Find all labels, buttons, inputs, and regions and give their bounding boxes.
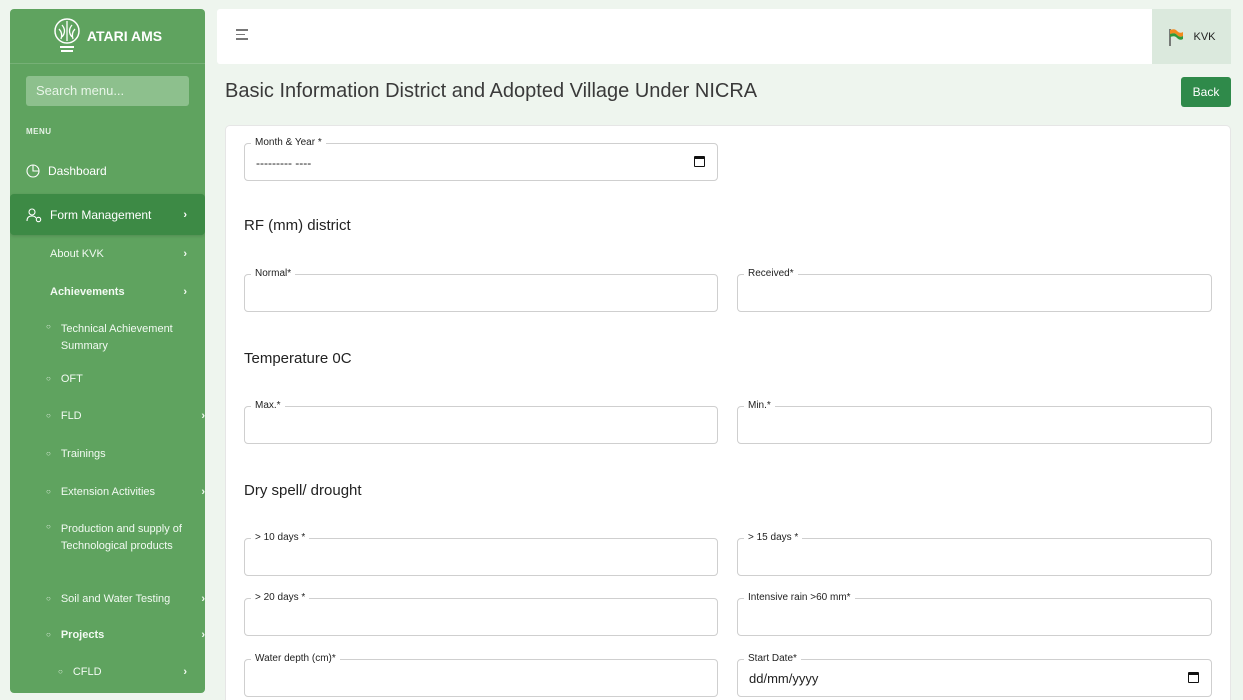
start-date-field[interactable]: Start Date* dd/mm/yyyy: [737, 653, 1212, 697]
days-15-field[interactable]: > 15 days *: [737, 532, 1212, 576]
sidebar-item-fld[interactable]: ○ FLD ›: [46, 408, 205, 425]
menu-heading: MENU: [26, 127, 52, 136]
field-label: > 10 days *: [251, 532, 310, 544]
sidebar-item-label: Achievements: [50, 286, 125, 298]
field-label: Received*: [744, 268, 798, 280]
water-depth-field[interactable]: Water depth (cm)*: [244, 653, 718, 697]
sidebar-item-label: Trainings: [60, 448, 106, 460]
sidebar-item-extension-activities[interactable]: ○ Extension Activities ›: [46, 484, 205, 501]
sidebar-item-label: Soil and Water Testing: [60, 593, 171, 605]
bullet-icon: ○: [46, 630, 51, 640]
sidebar-item-soil-water-testing[interactable]: ○ Soil and Water Testing ›: [46, 591, 205, 608]
field-value: dd/mm/yyyy: [749, 671, 819, 686]
bullet-icon: ○: [46, 522, 51, 531]
sidebar-item-about-kvk[interactable]: About KVK ›: [50, 247, 205, 261]
sidebar-item-label: Projects: [60, 629, 105, 641]
normal-field[interactable]: Normal*: [244, 268, 718, 312]
chevron-right-icon: ›: [183, 208, 187, 221]
min-temp-field[interactable]: Min.*: [737, 400, 1212, 444]
chevron-right-icon: ›: [183, 286, 187, 298]
bullet-icon: ○: [46, 594, 51, 604]
sidebar-item-production-supply[interactable]: ○ Production and supply of Technological…: [46, 521, 201, 554]
bullet-icon: ○: [46, 322, 51, 331]
sidebar-item-label: Production and supply of Technological p…: [60, 523, 182, 552]
calendar-icon[interactable]: [694, 156, 705, 167]
bullet-icon: ○: [46, 449, 51, 459]
chevron-right-icon: ›: [201, 593, 205, 605]
field-label: Month & Year *: [251, 137, 326, 149]
field-label: Max.*: [251, 400, 285, 412]
icar-logo-icon: [54, 18, 80, 52]
month-year-field[interactable]: Month & Year * --------- ----: [244, 137, 718, 181]
sidebar-item-form-management[interactable]: Form Management ›: [10, 194, 205, 235]
sidebar-item-label: CFLD: [72, 666, 102, 678]
received-field[interactable]: Received*: [737, 268, 1212, 312]
bullet-icon: ○: [46, 411, 51, 421]
field-label: > 20 days *: [251, 592, 310, 604]
max-temp-field[interactable]: Max.*: [244, 400, 718, 444]
chevron-right-icon: ›: [201, 629, 205, 641]
brand[interactable]: ATARI AMS: [10, 9, 205, 64]
section-title-rf: RF (mm) district: [244, 217, 351, 234]
topbar: KVK: [217, 9, 1231, 64]
sidebar-item-projects[interactable]: ○ Projects ›: [46, 627, 205, 644]
sidebar-item-label: Technical Achievement Summary: [60, 323, 173, 352]
page-title: Basic Information District and Adopted V…: [225, 80, 758, 102]
sidebar-item-oft[interactable]: ○ OFT: [46, 371, 205, 388]
sidebar-item-label: About KVK: [50, 248, 104, 260]
field-label: Min.*: [744, 400, 775, 412]
field-label: Intensive rain >60 mm*: [744, 592, 855, 604]
chevron-right-icon: ›: [183, 666, 187, 678]
days-10-field[interactable]: > 10 days *: [244, 532, 718, 576]
sidebar-item-technical-achievement-summary[interactable]: ○ Technical Achievement Summary: [46, 321, 201, 354]
calendar-icon[interactable]: [1188, 672, 1199, 683]
days-20-field[interactable]: > 20 days *: [244, 592, 718, 636]
sidebar-item-dashboard[interactable]: Dashboard: [26, 161, 205, 181]
field-label: > 15 days *: [744, 532, 803, 544]
search-menu-input[interactable]: Search menu...: [26, 76, 189, 106]
field-label: Normal*: [251, 268, 296, 280]
users-gear-icon: [26, 207, 42, 222]
field-label: Water depth (cm)*: [251, 653, 340, 665]
sidebar-item-achievements[interactable]: Achievements ›: [50, 285, 205, 299]
brand-name: ATARI AMS: [86, 28, 163, 44]
sidebar-item-label: Form Management: [50, 207, 152, 222]
chevron-right-icon: ›: [201, 486, 205, 498]
sidebar-item-cfld[interactable]: ○ CFLD ›: [58, 664, 205, 681]
user-menu[interactable]: KVK: [1152, 9, 1231, 64]
pie-chart-icon: [26, 164, 40, 178]
sidebar-item-label: OFT: [60, 373, 83, 385]
bullet-icon: ○: [58, 667, 63, 677]
sidebar-item-label: Dashboard: [48, 164, 107, 178]
sidebar-item-trainings[interactable]: ○ Trainings: [46, 446, 205, 463]
intensive-rain-field[interactable]: Intensive rain >60 mm*: [737, 592, 1212, 636]
chevron-right-icon: ›: [201, 410, 205, 422]
sidebar-item-label: FLD: [60, 410, 82, 422]
sidebar: ATARI AMS Search menu... MENU Dashboard …: [10, 9, 205, 693]
flag-icon: [1169, 28, 1184, 46]
field-label: Start Date*: [744, 653, 801, 665]
bullet-icon: ○: [46, 487, 51, 497]
sidebar-item-label: Extension Activities: [60, 486, 155, 498]
chevron-right-icon: ›: [183, 248, 187, 260]
menu-toggle-icon[interactable]: [236, 29, 248, 41]
user-label: KVK: [1193, 30, 1216, 43]
back-button[interactable]: Back: [1181, 77, 1231, 107]
section-title-temperature: Temperature 0C: [244, 350, 352, 367]
section-title-dry-spell: Dry spell/ drought: [244, 482, 362, 499]
bullet-icon: ○: [46, 374, 51, 384]
field-value: --------- ----: [256, 156, 312, 170]
